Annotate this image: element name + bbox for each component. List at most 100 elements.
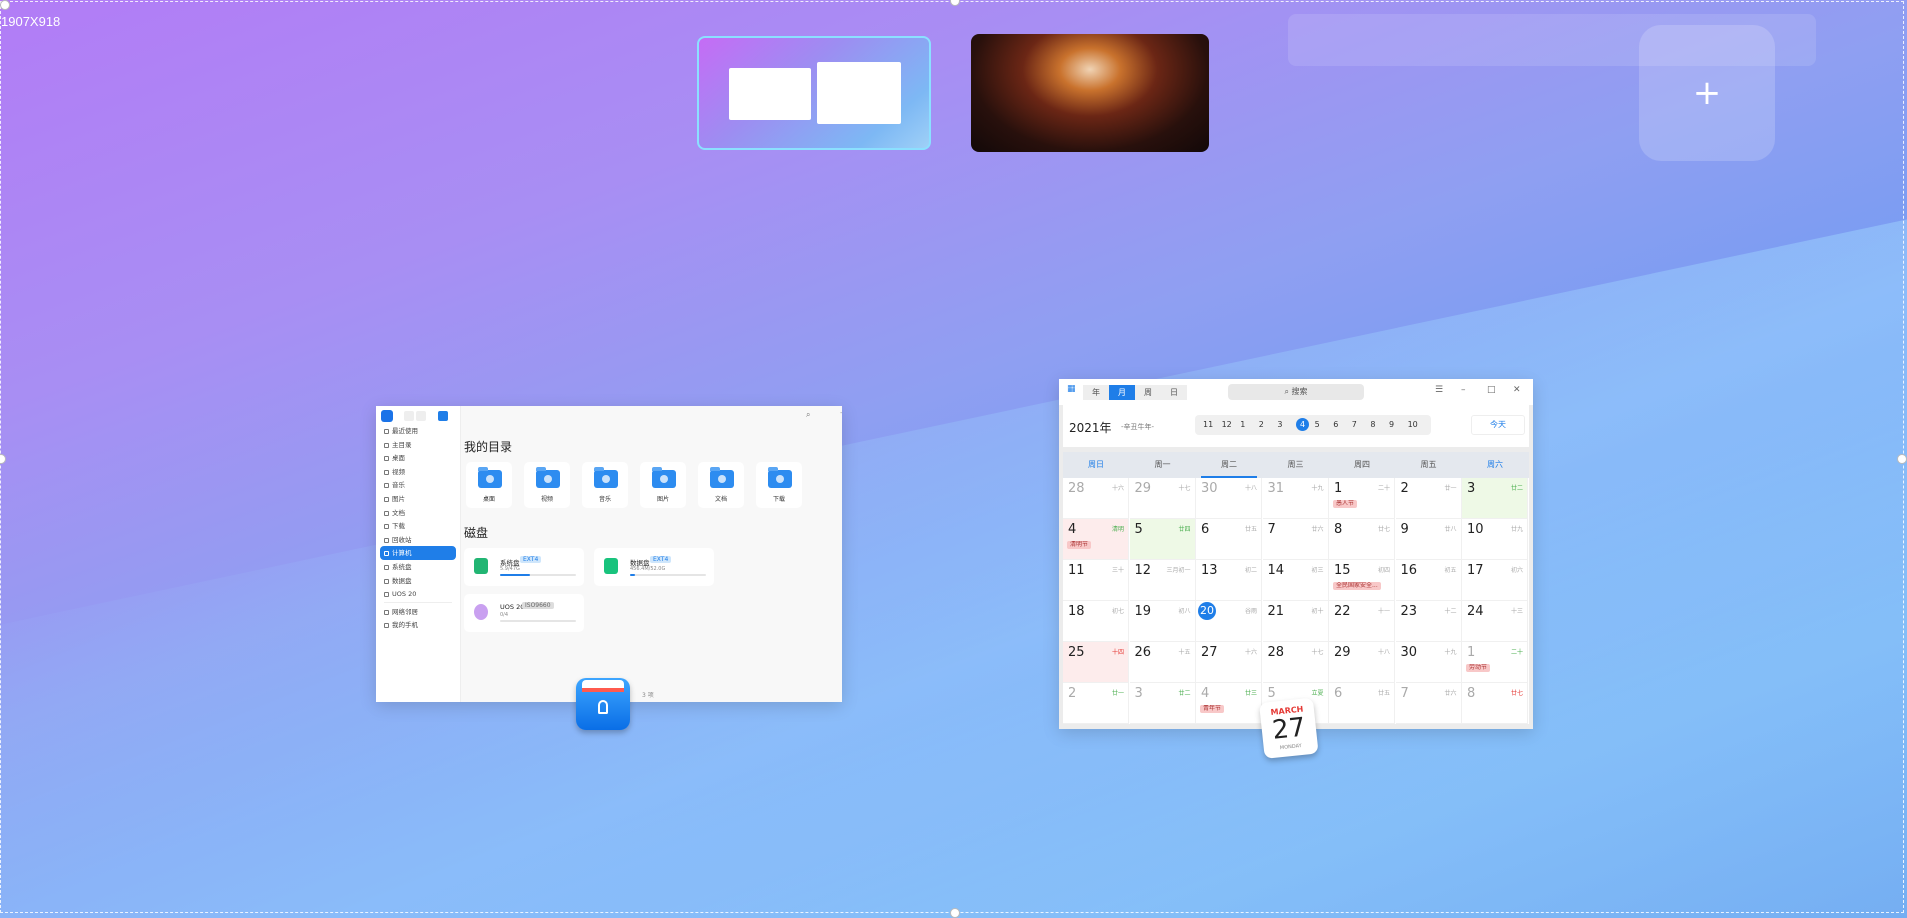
sidebar-item[interactable]: 系统盘	[380, 560, 456, 574]
month-button[interactable]: 10	[1408, 420, 1418, 429]
add-workspace-button[interactable]: +	[1639, 25, 1775, 161]
sidebar-item[interactable]: 图片	[380, 492, 456, 506]
day-cell[interactable]: 25 十四	[1063, 642, 1129, 683]
day-cell[interactable]: 19 初八	[1129, 601, 1196, 642]
month-button[interactable]: 6	[1333, 420, 1338, 429]
folder-item[interactable]: 视频	[524, 462, 570, 508]
day-cell[interactable]: 31 十九	[1262, 478, 1329, 519]
view-tab[interactable]: 年	[1083, 385, 1109, 400]
resize-handle[interactable]	[950, 0, 960, 6]
month-button[interactable]: 8	[1370, 420, 1375, 429]
resize-handle[interactable]	[950, 908, 960, 918]
day-cell[interactable]: 14 初三	[1262, 560, 1329, 601]
day-cell[interactable]: 28 十六	[1063, 478, 1129, 519]
day-cell[interactable]: 6 廿五	[1196, 519, 1262, 560]
view-toggle-icon[interactable]	[438, 411, 448, 421]
folder-item[interactable]: 下载	[756, 462, 802, 508]
view-tab[interactable]: 周	[1135, 385, 1161, 400]
sidebar-item[interactable]: 数据盘	[380, 574, 456, 588]
day-cell[interactable]: 15 初四 全民国家安全...	[1329, 560, 1395, 601]
day-cell[interactable]: 8 廿七	[1329, 519, 1395, 560]
month-button[interactable]: 3	[1277, 420, 1282, 429]
file-manager-window[interactable]: 最近使用 主目录 桌面 视频 音乐 图片 文档 下载 回收站 计算机 系统盘 数据盘 UOS 20 网络邻…	[376, 406, 842, 702]
month-button[interactable]: 1	[1240, 420, 1245, 429]
search-input[interactable]: ⌕ 搜索	[1228, 384, 1364, 400]
forward-icon[interactable]	[416, 411, 426, 421]
event-chip[interactable]: 愚人节	[1333, 500, 1358, 508]
sidebar-item[interactable]: UOS 20	[380, 587, 456, 601]
day-cell[interactable]: 23 十二	[1395, 601, 1462, 642]
disk-item[interactable]: UOS 20 ISO9660 0/4	[464, 594, 584, 632]
search-icon[interactable]: ⌕	[806, 410, 810, 420]
workspace-thumbnail-2[interactable]	[971, 34, 1209, 152]
event-chip[interactable]: 劳动节	[1466, 664, 1491, 672]
close-icon[interactable]: ✕	[1513, 385, 1521, 395]
day-cell[interactable]: 3 廿二	[1129, 683, 1196, 724]
month-button[interactable]: 5	[1315, 420, 1320, 429]
day-cell[interactable]: 2 廿一	[1063, 683, 1129, 724]
day-cell[interactable]: 1 二十 愚人节	[1329, 478, 1395, 519]
sidebar-item[interactable]: 文档	[380, 506, 456, 520]
day-cell[interactable]: 16 初五	[1395, 560, 1462, 601]
day-cell[interactable]: 8 廿七	[1462, 683, 1528, 724]
sidebar-item[interactable]: 下载	[380, 519, 456, 533]
day-cell[interactable]: 1 二十 劳动节	[1462, 642, 1528, 683]
day-cell[interactable]: 4 清明 清明节	[1063, 519, 1129, 560]
day-cell[interactable]: 9 廿八	[1395, 519, 1462, 560]
sidebar-item[interactable]: 最近使用	[380, 424, 456, 438]
month-button[interactable]: 11	[1203, 420, 1213, 429]
resize-handle[interactable]	[0, 454, 6, 464]
day-cell[interactable]: 11 三十	[1063, 560, 1129, 601]
day-cell[interactable]: 2 廿一	[1395, 478, 1462, 519]
event-chip[interactable]: 青年节	[1200, 705, 1225, 713]
sidebar-item[interactable]: 网络邻居	[380, 605, 456, 619]
day-cell[interactable]: 26 十五	[1129, 642, 1196, 683]
day-cell[interactable]: 10 廿九	[1462, 519, 1528, 560]
minimize-icon[interactable]: –	[1461, 385, 1466, 395]
day-cell[interactable]: 7 廿六	[1395, 683, 1462, 724]
menu-icon[interactable]: –	[840, 408, 842, 417]
day-cell[interactable]: 12 三月初一	[1129, 560, 1196, 601]
folder-item[interactable]: 图片	[640, 462, 686, 508]
month-button[interactable]: 2	[1259, 420, 1264, 429]
sidebar-item[interactable]: 音乐	[380, 478, 456, 492]
view-tab[interactable]: 日	[1161, 385, 1187, 400]
sidebar-item[interactable]: 主目录	[380, 438, 456, 452]
workspace-thumbnail-1[interactable]	[697, 36, 931, 150]
sidebar-item[interactable]: 我的手机	[380, 618, 456, 632]
month-button[interactable]: 7	[1352, 420, 1357, 429]
event-chip[interactable]: 全民国家安全...	[1333, 582, 1381, 590]
sidebar-item[interactable]: 计算机	[380, 546, 456, 561]
day-cell[interactable]: 30 十九	[1395, 642, 1462, 683]
folder-item[interactable]: 音乐	[582, 462, 628, 508]
day-cell[interactable]: 18 初七	[1063, 601, 1129, 642]
day-cell[interactable]: 21 初十	[1262, 601, 1329, 642]
view-tab[interactable]: 月	[1109, 385, 1135, 400]
sidebar-item[interactable]: 桌面	[380, 451, 456, 465]
maximize-icon[interactable]: □	[1487, 385, 1496, 395]
menu-icon[interactable]: ☰	[1435, 385, 1443, 395]
day-cell[interactable]: 17 初六	[1462, 560, 1528, 601]
day-cell[interactable]: 13 初二	[1196, 560, 1262, 601]
event-chip[interactable]: 清明节	[1067, 541, 1092, 549]
day-cell[interactable]: 3 廿二	[1462, 478, 1528, 519]
sidebar-item[interactable]: 视频	[380, 465, 456, 479]
today-button[interactable]: 今天	[1471, 415, 1525, 435]
day-cell[interactable]: 27 十六	[1196, 642, 1262, 683]
day-cell[interactable]: 6 廿五	[1329, 683, 1395, 724]
day-cell[interactable]: 7 廿六	[1262, 519, 1329, 560]
resize-handle[interactable]	[0, 0, 10, 10]
month-button[interactable]: 9	[1389, 420, 1394, 429]
day-cell[interactable]: 24 十三	[1462, 601, 1528, 642]
day-cell[interactable]: 22 十一	[1329, 601, 1395, 642]
day-cell[interactable]: 29 十七	[1129, 478, 1196, 519]
disk-item[interactable]: 数据盘 EXT4 456.4M/52.0G	[594, 548, 714, 586]
resize-handle[interactable]	[1897, 454, 1907, 464]
folder-item[interactable]: 桌面	[466, 462, 512, 508]
sidebar-item[interactable]: 回收站	[380, 533, 456, 547]
disk-item[interactable]: 系统盘 EXT4 5.9/47G	[464, 548, 584, 586]
day-cell[interactable]: 5 廿四	[1129, 519, 1196, 560]
day-cell[interactable]: 20 谷雨	[1196, 601, 1262, 642]
folder-item[interactable]: 文档	[698, 462, 744, 508]
day-cell[interactable]: 30 十八	[1196, 478, 1262, 519]
